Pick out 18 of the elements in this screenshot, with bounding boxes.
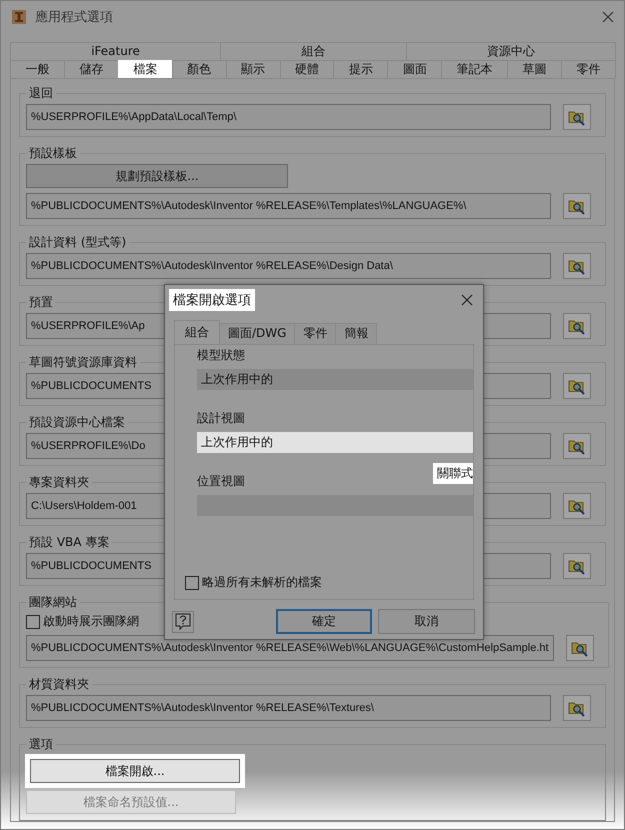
section-label: 專案資料夾 [28, 474, 90, 491]
callout-label: 關聯式 [433, 463, 473, 484]
section-label: 預設資源中心檔案 [28, 414, 126, 431]
dialog-title: 檔案開啟選項 [169, 289, 255, 311]
section-label: 草圖符號資源庫資料 [28, 354, 138, 371]
checkbox-label: 啟動時展示團隊網 [43, 613, 139, 630]
section-label: 退回 [28, 85, 54, 102]
section-label: 材質資料夾 [28, 676, 90, 693]
field-label: 模型狀態 [197, 347, 245, 364]
section-label: 預置 [28, 294, 54, 311]
section-label: 選項 [28, 736, 54, 753]
section-label: 預設 VBA 專案 [28, 534, 110, 551]
section-label: 團隊網站 [28, 594, 78, 611]
field-label: 設計視圖 [197, 410, 245, 427]
section-label: 預設樣板 [28, 145, 78, 162]
field-label: 位置視圖 [197, 473, 245, 490]
section-label: 設計資料 (型式等) [28, 234, 128, 251]
window-title: 應用程式選項 [35, 9, 113, 26]
